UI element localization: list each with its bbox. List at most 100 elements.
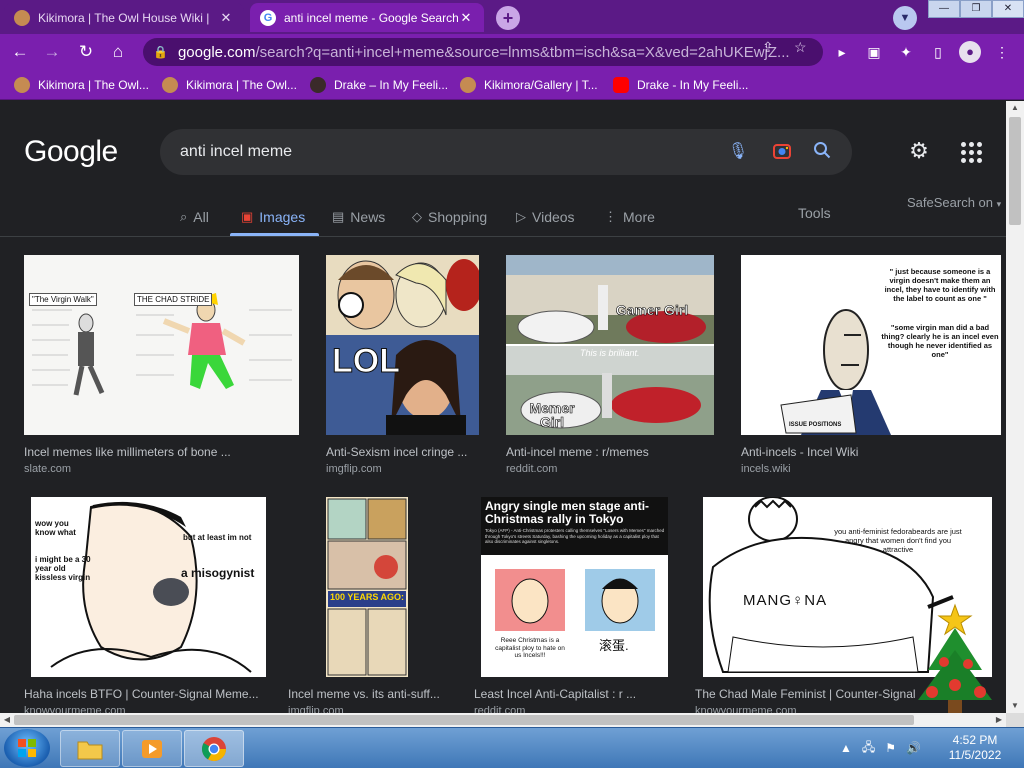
bookmark-star-icon[interactable]: ☆	[794, 39, 807, 56]
result-source[interactable]: imgflip.com	[326, 463, 382, 475]
start-button[interactable]	[4, 729, 50, 767]
result-title[interactable]: Anti-incels - Incel Wiki	[741, 445, 1001, 459]
side-panel-icon[interactable]: ▯	[928, 42, 948, 62]
result-source[interactable]: incels.wiki	[741, 463, 791, 475]
google-apps-grid-icon[interactable]	[958, 139, 982, 163]
result-title[interactable]: The Chad Male Feminist | Counter-Signal …	[695, 687, 919, 701]
result-thumbnail[interactable]: "The Virgin Walk" THE CHAD STRIDE	[24, 255, 299, 435]
scroll-down-arrow-icon[interactable]: ▼	[1006, 699, 1024, 713]
result-thumbnail[interactable]: Angry single men stage anti-Christmas ra…	[481, 497, 668, 677]
result-title[interactable]: Least Incel Anti-Capitalist : r ...	[474, 687, 664, 701]
tab-news[interactable]: ▤ News	[332, 205, 385, 229]
meme-caption: Reee Christmas is a capitalist ploy to h…	[495, 637, 565, 659]
result-title[interactable]: Haha incels BTFO | Counter-Signal Meme..…	[24, 687, 259, 701]
extensions-puzzle-icon[interactable]: ✦	[896, 42, 916, 62]
result-source[interactable]: reddit.com	[506, 463, 557, 475]
profile-avatar-icon[interactable]: ●	[959, 41, 981, 63]
back-arrow-icon[interactable]: ←	[10, 42, 30, 62]
tab-close-icon[interactable]: ✕	[218, 10, 234, 26]
bookmark-item[interactable]: Drake – In My Feeli...	[310, 76, 448, 94]
taskbar-chrome[interactable]	[184, 730, 244, 767]
result-title[interactable]: Incel memes like millimeters of bone ...	[24, 445, 299, 459]
meme-caption: " just because someone is a virgin doesn…	[884, 267, 996, 303]
comic-strip-illustration-icon	[326, 497, 408, 677]
horizontal-scrollbar[interactable]: ◀ ▶	[0, 713, 1006, 727]
bookmarks-bar: Kikimora | The Owl... Kikimora | The Owl…	[0, 70, 1024, 100]
tools-button[interactable]: Tools	[798, 205, 831, 221]
extension-icon[interactable]: ▣	[864, 42, 884, 62]
network-icon[interactable]: 🖧	[862, 738, 875, 759]
result-source[interactable]: knowyourmeme.com	[24, 705, 125, 713]
owl-house-favicon-icon	[460, 77, 476, 93]
tab-search-icon[interactable]: ▼	[893, 6, 917, 30]
result-thumbnail[interactable]: Gamer Girl This is brilliant. Memer Girl	[506, 255, 714, 435]
meme-caption: "The Virgin Walk"	[29, 293, 97, 306]
bookmark-label: Kikimora | The Owl...	[38, 78, 149, 92]
play-icon: ▷	[516, 209, 526, 224]
maximize-button[interactable]: ❐	[960, 0, 992, 18]
taskbar-clock[interactable]: 4:52 PM 11/5/2022	[940, 733, 1010, 763]
lens-camera-icon[interactable]	[771, 141, 793, 163]
scroll-up-arrow-icon[interactable]: ▲	[1006, 101, 1024, 115]
minimize-button[interactable]: —	[928, 0, 960, 18]
result-thumbnail[interactable]: wow you know what but at least im not i …	[31, 497, 266, 677]
bookmark-item[interactable]: Drake - In My Feeli...	[613, 76, 748, 94]
result-source[interactable]: knowyourmeme.com	[695, 705, 796, 713]
result-source[interactable]: reddit.com	[474, 705, 525, 713]
tab-label: Images	[259, 209, 306, 225]
meme-caption: Memer Girl	[529, 400, 575, 430]
result-title[interactable]: Anti-incel meme : r/memes	[506, 445, 714, 459]
google-logo[interactable]: Google	[24, 135, 118, 169]
search-icon[interactable]	[811, 141, 833, 163]
scroll-right-arrow-icon[interactable]: ▶	[992, 713, 1006, 727]
scrollbar-thumb[interactable]	[14, 715, 914, 725]
tab-more[interactable]: ⋮ More	[604, 205, 655, 229]
tab-label: More	[623, 209, 655, 225]
vertical-scrollbar[interactable]: ▲ ▼	[1006, 101, 1024, 713]
tab-google-search[interactable]: G anti incel meme - Google Search ✕	[250, 3, 484, 32]
tab-images[interactable]: ▣ Images	[241, 205, 305, 229]
close-window-button[interactable]: ✕	[992, 0, 1024, 18]
safesearch-toggle[interactable]: SafeSearch on ▾	[907, 195, 1001, 210]
bookmark-item[interactable]: Kikimora/Gallery | T...	[460, 76, 598, 94]
forward-arrow-icon[interactable]: →	[42, 42, 62, 62]
tab-all[interactable]: ⌕ All	[180, 205, 209, 229]
result-title[interactable]: Anti-Sexism incel cringe ...	[326, 445, 479, 459]
reload-icon[interactable]: ↻	[76, 42, 96, 62]
youtube-favicon-icon	[613, 77, 629, 93]
share-icon[interactable]: ⇪	[762, 39, 774, 56]
windows-taskbar: ▲ 🖧 ⚑ 🔊 4:52 PM 11/5/2022	[0, 727, 1024, 768]
home-icon[interactable]: ⌂	[108, 42, 128, 62]
new-tab-button[interactable]: +	[496, 6, 520, 30]
result-thumbnail[interactable]: LOL	[326, 255, 479, 435]
menu-kebab-icon[interactable]: ⋮	[992, 42, 1012, 62]
bookmark-item[interactable]: Kikimora | The Owl...	[14, 76, 149, 94]
tab-shopping[interactable]: ◇ Shopping	[412, 205, 487, 229]
show-hidden-icons-icon[interactable]: ▲	[840, 741, 852, 755]
bookmark-item[interactable]: Kikimora | The Owl...	[162, 76, 297, 94]
settings-gear-icon[interactable]: ⚙	[907, 139, 931, 163]
result-thumbnail[interactable]: " just because someone is a virgin doesn…	[741, 255, 1001, 435]
christmas-tree-icon	[918, 603, 992, 714]
lock-icon[interactable]: 🔒	[153, 45, 168, 59]
result-title[interactable]: Incel meme vs. its anti-suff...	[288, 687, 448, 701]
tab-kikimora[interactable]: Kikimora | The Owl House Wiki | ✕	[4, 3, 244, 32]
taskbar-explorer[interactable]	[60, 730, 120, 767]
tab-close-icon[interactable]: ✕	[458, 10, 474, 26]
result-source[interactable]: imgflip.com	[288, 705, 344, 713]
browser-toolbar: ← → ↻ ⌂ 🔒 google.com /search?q=anti+ince…	[0, 34, 1024, 70]
microphone-icon[interactable]: 🎙	[727, 141, 749, 163]
media-control-icon[interactable]: ▸	[832, 42, 852, 62]
virgin-vs-chad-illustration-icon	[24, 255, 299, 435]
url-path: /search?q=anti+incel+meme&source=lnms&tb…	[255, 43, 790, 61]
scrollbar-thumb[interactable]	[1009, 117, 1021, 225]
action-center-flag-icon[interactable]: ⚑	[885, 741, 896, 755]
taskbar-media-player[interactable]	[122, 730, 182, 767]
result-source[interactable]: slate.com	[24, 463, 71, 475]
address-bar[interactable]: 🔒 google.com /search?q=anti+incel+meme&s…	[143, 38, 823, 66]
scroll-left-arrow-icon[interactable]: ◀	[0, 713, 14, 727]
volume-icon[interactable]: 🔊	[906, 741, 921, 755]
result-thumbnail[interactable]: 100 YEARS AGO:	[326, 497, 408, 677]
search-input[interactable]: anti incel meme	[180, 143, 852, 161]
tab-videos[interactable]: ▷ Videos	[516, 205, 575, 229]
